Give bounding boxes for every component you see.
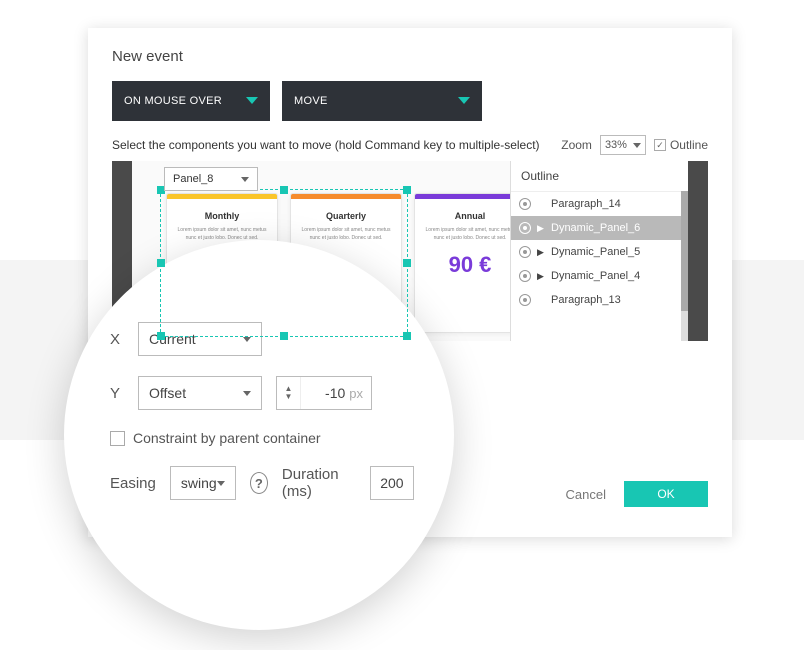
zoom-lens: X Current Y Offset ▲ ▼ -10 px <box>64 240 454 630</box>
action-dropdown[interactable]: MOVE <box>282 81 482 121</box>
ok-button[interactable]: OK <box>624 481 708 507</box>
instruction-text: Select the components you want to move (… <box>112 138 540 152</box>
visibility-icon[interactable] <box>519 270 531 282</box>
chevron-right-icon[interactable]: ▶ <box>537 247 545 258</box>
y-mode-value: Offset <box>149 385 186 401</box>
chevron-down-icon <box>243 337 251 342</box>
constraint-label: Constraint by parent container <box>133 430 321 446</box>
duration-label: Duration (ms) <box>282 466 356 500</box>
chevron-down-icon <box>633 143 641 148</box>
zoom-value: 33% <box>605 139 627 151</box>
x-mode-value: Current <box>149 331 196 347</box>
panel-picker-dropdown[interactable]: Panel_8 <box>164 167 258 191</box>
stage-gutter <box>688 161 708 341</box>
outline-item-label: Dynamic_Panel_4 <box>551 270 640 282</box>
outline-item[interactable]: Paragraph_13 <box>511 288 688 312</box>
panel-picker-label: Panel_8 <box>173 173 213 185</box>
easing-value: swing <box>181 475 217 491</box>
chevron-down-icon <box>241 177 249 182</box>
checkbox-icon: ✓ <box>654 139 666 151</box>
outline-panel: Outline Paragraph_14 ▶ Dynamic_Panel_6 ▶… <box>510 161 688 341</box>
help-icon[interactable]: ? <box>250 472 268 494</box>
outline-item[interactable]: ▶ Dynamic_Panel_4 <box>511 264 688 288</box>
chevron-right-icon[interactable]: ▶ <box>537 223 545 234</box>
zoom-label: Zoom <box>561 138 592 152</box>
y-offset-unit: px <box>349 386 371 401</box>
visibility-icon[interactable] <box>519 246 531 258</box>
outline-item-label: Dynamic_Panel_5 <box>551 246 640 258</box>
chevron-down-icon <box>217 481 225 486</box>
y-offset-value: -10 <box>301 385 349 401</box>
y-mode-select[interactable]: Offset <box>138 376 262 410</box>
number-stepper[interactable]: ▲ ▼ <box>277 377 301 409</box>
chevron-down-icon <box>246 97 258 105</box>
card-title: Monthly <box>167 211 277 221</box>
easing-select[interactable]: swing <box>170 466 236 500</box>
outline-item[interactable]: ▶ Dynamic_Panel_5 <box>511 240 688 264</box>
chevron-right-icon[interactable]: ▶ <box>537 271 545 282</box>
visibility-icon[interactable] <box>519 198 531 210</box>
outline-item[interactable]: Paragraph_14 <box>511 192 688 216</box>
card-title: Quarterly <box>291 211 401 221</box>
scrollbar-thumb[interactable] <box>681 191 688 311</box>
x-mode-select[interactable]: Current <box>138 322 262 356</box>
chevron-down-icon <box>458 97 470 105</box>
y-label: Y <box>110 385 124 402</box>
card-title: Annual <box>415 211 510 221</box>
outline-toggle-label: Outline <box>670 138 708 152</box>
visibility-icon[interactable] <box>519 294 531 306</box>
outline-item[interactable]: ▶ Dynamic_Panel_6 <box>511 216 688 240</box>
outline-heading: Outline <box>511 161 688 192</box>
chevron-down-icon <box>243 391 251 396</box>
x-label: X <box>110 331 124 348</box>
action-dropdown-label: MOVE <box>294 95 328 107</box>
chevron-down-icon[interactable]: ▼ <box>285 393 293 401</box>
cancel-button[interactable]: Cancel <box>566 487 606 502</box>
constraint-checkbox[interactable] <box>110 431 125 446</box>
y-offset-input[interactable]: ▲ ▼ -10 px <box>276 376 372 410</box>
visibility-icon[interactable] <box>519 222 531 234</box>
easing-label: Easing <box>110 475 156 492</box>
outline-checkbox[interactable]: ✓ Outline <box>654 138 708 152</box>
dialog-title: New event <box>112 48 708 65</box>
trigger-dropdown[interactable]: ON MOUSE OVER <box>112 81 270 121</box>
outline-item-label: Paragraph_14 <box>551 198 621 210</box>
outline-item-label: Dynamic_Panel_6 <box>551 222 640 234</box>
duration-input[interactable]: 200 <box>370 466 414 500</box>
trigger-dropdown-label: ON MOUSE OVER <box>124 95 222 107</box>
outline-item-label: Paragraph_13 <box>551 294 621 306</box>
duration-value: 200 <box>380 475 403 491</box>
zoom-select[interactable]: 33% <box>600 135 646 155</box>
